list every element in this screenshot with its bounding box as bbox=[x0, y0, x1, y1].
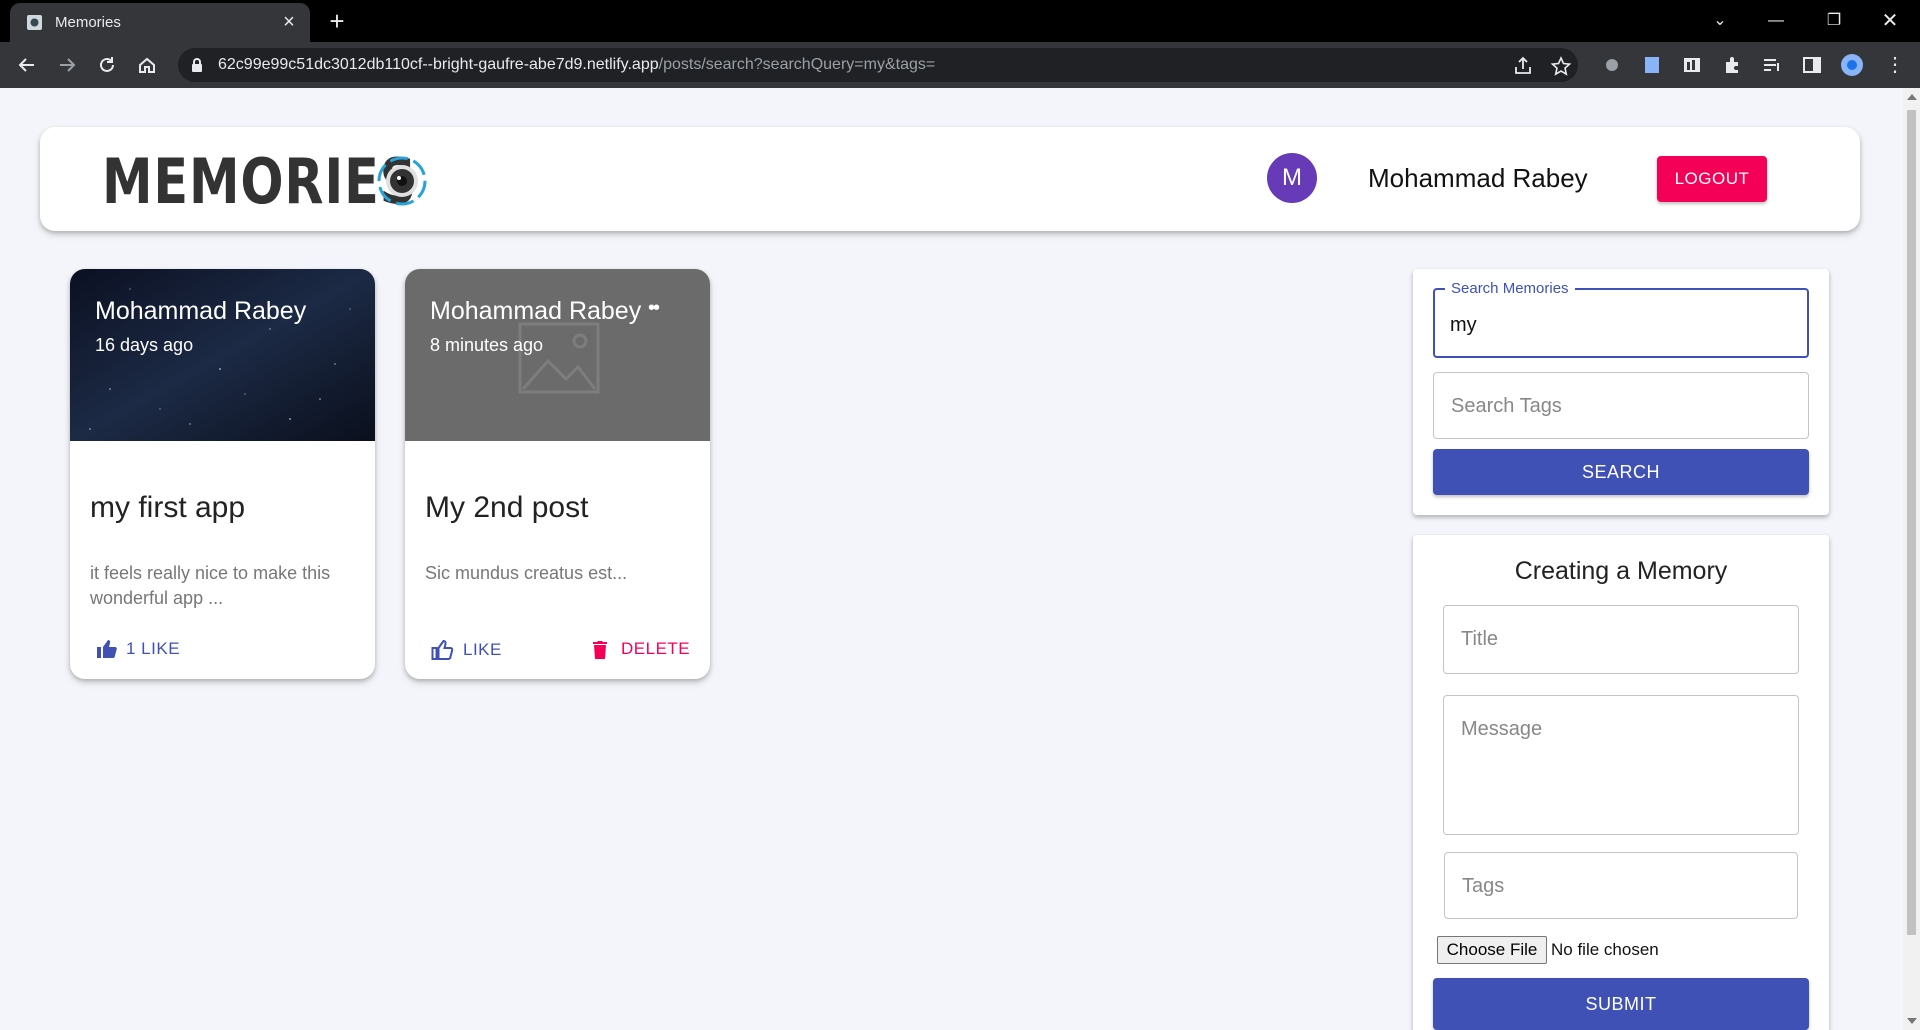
post-title: my first app bbox=[90, 491, 246, 524]
app-header: MEMORIES M Mohammad Rabey LOGOUT bbox=[40, 127, 1860, 231]
tags-placeholder: Tags bbox=[1462, 875, 1505, 897]
search-memories-input[interactable]: Search Memories my bbox=[1433, 280, 1809, 358]
url-text: 62c99e99c51dc3012db110cf--bright-gaufre-… bbox=[218, 56, 936, 73]
post-title: My 2nd post bbox=[425, 491, 589, 524]
restore-icon[interactable]: ❐ bbox=[1810, 6, 1858, 36]
minimize-icon[interactable]: — bbox=[1752, 6, 1800, 36]
choose-file-button[interactable]: Choose File bbox=[1437, 936, 1547, 964]
title-placeholder: Title bbox=[1461, 628, 1499, 650]
extensions-puzzle-icon[interactable] bbox=[1721, 54, 1743, 76]
delete-button[interactable]: DELETE bbox=[593, 639, 690, 659]
extension-1-icon[interactable] bbox=[1601, 54, 1623, 76]
post-author: Mohammad Rabey bbox=[430, 297, 642, 325]
profile-avatar-icon[interactable] bbox=[1841, 54, 1863, 76]
window-close-icon[interactable]: ✕ bbox=[1866, 6, 1914, 36]
logout-button[interactable]: LOGOUT bbox=[1657, 156, 1767, 202]
user-avatar: M bbox=[1267, 153, 1317, 203]
file-status-text: No file chosen bbox=[1551, 940, 1659, 959]
share-icon[interactable] bbox=[1512, 55, 1534, 77]
like-button[interactable]: 1 LIKE bbox=[96, 639, 180, 659]
browser-menu-icon[interactable]: ⋮ bbox=[1880, 50, 1910, 80]
scroll-down-icon[interactable] bbox=[1907, 1018, 1917, 1024]
message-placeholder: Message bbox=[1461, 718, 1543, 740]
back-icon[interactable] bbox=[12, 50, 42, 80]
camera-lens-logo-icon bbox=[377, 156, 427, 206]
new-tab-icon[interactable]: + bbox=[322, 7, 352, 37]
forward-icon[interactable] bbox=[52, 50, 82, 80]
extension-2-icon[interactable] bbox=[1641, 54, 1663, 76]
browser-tab[interactable]: Memories × bbox=[10, 3, 310, 42]
side-panel-icon[interactable] bbox=[1801, 54, 1823, 76]
browser-tab-strip: Memories × + ⌄ — ❐ ✕ bbox=[0, 0, 1920, 42]
reading-list-icon[interactable] bbox=[1761, 54, 1783, 76]
lock-icon bbox=[192, 58, 202, 72]
app-logo-text[interactable]: MEMORIES bbox=[102, 149, 417, 215]
more-options-icon[interactable]: •• bbox=[648, 297, 660, 320]
post-card[interactable]: Mohammad Rabey •• 8 minutes ago My 2nd p… bbox=[405, 269, 710, 679]
search-tags-input[interactable]: Search Tags bbox=[1433, 372, 1809, 439]
message-input[interactable]: Message bbox=[1443, 695, 1799, 835]
tab-title: Memories bbox=[55, 14, 121, 31]
tab-close-icon[interactable]: × bbox=[278, 11, 300, 33]
home-icon[interactable] bbox=[132, 50, 162, 80]
scroll-up-icon[interactable] bbox=[1907, 94, 1917, 100]
page-scrollbar[interactable] bbox=[1903, 88, 1920, 1030]
like-label: 1 LIKE bbox=[126, 639, 181, 658]
create-memory-form: Creating a Memory Title Message Tags Cho… bbox=[1413, 535, 1829, 1030]
user-name: Mohammad Rabey bbox=[1368, 163, 1588, 193]
tab-search-icon[interactable]: ⌄ bbox=[1696, 6, 1744, 36]
tags-input[interactable]: Tags bbox=[1444, 852, 1798, 919]
like-label: LIKE bbox=[463, 640, 502, 659]
post-author: Mohammad Rabey bbox=[95, 297, 307, 325]
thumb-up-filled-icon bbox=[97, 640, 117, 658]
search-button[interactable]: SEARCH bbox=[1433, 449, 1809, 495]
extension-3-icon[interactable] bbox=[1681, 54, 1703, 76]
post-time: 8 minutes ago bbox=[430, 335, 544, 355]
submit-button[interactable]: SUBMIT bbox=[1433, 978, 1809, 1030]
title-input[interactable]: Title bbox=[1443, 605, 1799, 674]
post-card[interactable]: Mohammad Rabey 16 days ago my first app … bbox=[70, 269, 375, 679]
post-message: Sic mundus creatus est... bbox=[425, 563, 628, 583]
trash-icon bbox=[593, 641, 607, 659]
post-message: it feels really nice to make this wonder… bbox=[90, 563, 331, 608]
form-title: Creating a Memory bbox=[1514, 557, 1728, 585]
search-panel: Search Memories my Search Tags SEARCH bbox=[1413, 269, 1829, 515]
address-bar[interactable]: 62c99e99c51dc3012db110cf--bright-gaufre-… bbox=[178, 48, 1578, 82]
bookmark-star-icon[interactable] bbox=[1550, 55, 1572, 77]
search-tags-placeholder: Search Tags bbox=[1451, 395, 1562, 417]
delete-label: DELETE bbox=[621, 639, 691, 658]
search-memories-label: Search Memories bbox=[1445, 280, 1575, 297]
reload-icon[interactable] bbox=[92, 50, 122, 80]
post-time: 16 days ago bbox=[95, 335, 194, 355]
thumb-up-outline-icon bbox=[431, 639, 454, 660]
like-button[interactable]: LIKE bbox=[431, 639, 502, 660]
browser-toolbar: 62c99e99c51dc3012db110cf--bright-gaufre-… bbox=[0, 42, 1920, 88]
scrollbar-thumb[interactable] bbox=[1907, 110, 1916, 935]
tab-favicon-icon bbox=[27, 15, 42, 30]
search-memories-value: my bbox=[1450, 314, 1477, 336]
